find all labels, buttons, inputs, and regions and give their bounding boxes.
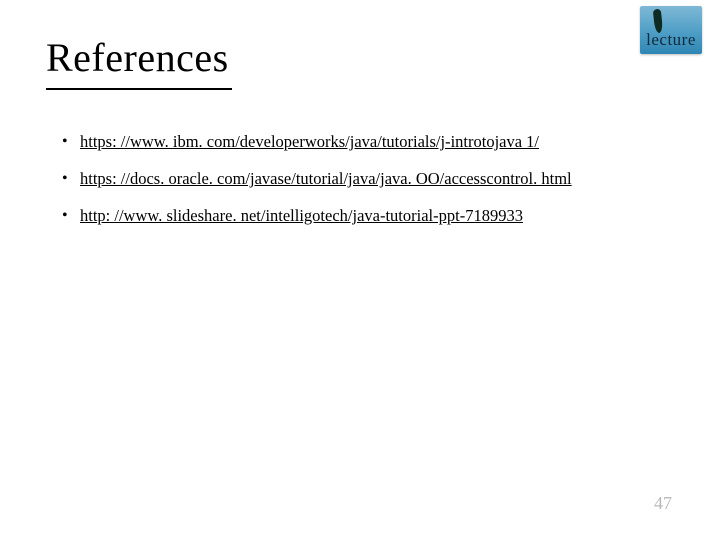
slide-title: References: [46, 34, 229, 81]
reference-link[interactable]: https: //docs. oracle. com/javase/tutori…: [80, 167, 572, 190]
reference-link[interactable]: https: //www. ibm. com/developerworks/ja…: [80, 130, 539, 153]
bullet-icon: •: [62, 205, 80, 227]
page-number: 47: [654, 493, 672, 514]
bullet-icon: •: [62, 168, 80, 190]
references-list: • https: //www. ibm. com/developerworks/…: [62, 130, 662, 241]
title-underline: [46, 88, 232, 90]
logo-text: lecture: [640, 30, 702, 50]
lecture-logo: lecture: [640, 6, 702, 54]
list-item: • https: //www. ibm. com/developerworks/…: [62, 130, 662, 153]
bullet-icon: •: [62, 131, 80, 153]
list-item: • https: //docs. oracle. com/javase/tuto…: [62, 167, 662, 190]
list-item: • http: //www. slideshare. net/intelligo…: [62, 204, 662, 227]
reference-link[interactable]: http: //www. slideshare. net/intelligote…: [80, 204, 523, 227]
slide: lecture References • https: //www. ibm. …: [0, 0, 720, 540]
